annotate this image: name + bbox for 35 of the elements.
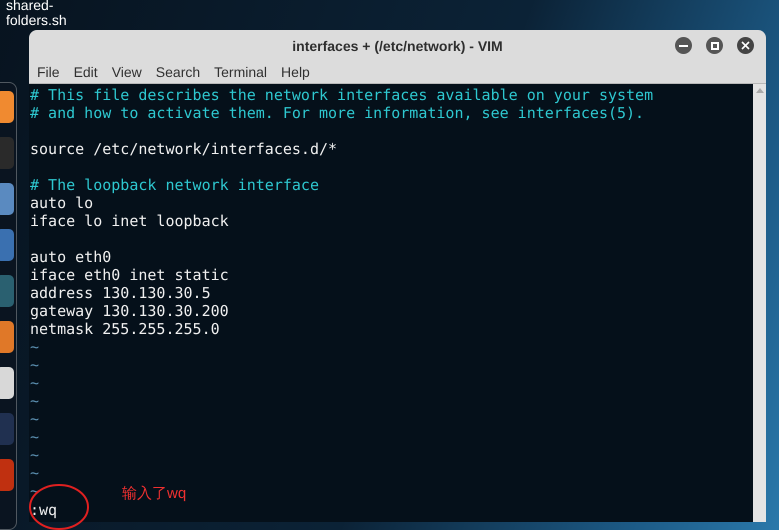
menu-item[interactable]: File	[37, 62, 60, 83]
empty-line-marker: ~	[30, 464, 40, 482]
code-comment: # and how to activate them. For more information, see interfaces(5).	[30, 104, 644, 122]
empty-line-marker: ~	[30, 446, 40, 464]
annotation-circle	[28, 481, 90, 530]
code-line: auto eth0	[30, 248, 112, 266]
empty-line-marker: ~	[30, 374, 40, 392]
code-line: auto lo	[30, 194, 94, 212]
code-comment: # The loopback network interface	[30, 176, 319, 194]
code-line: iface lo inet loopback	[30, 212, 229, 230]
code-comment: # This file describes the network interfaces available on your system	[30, 86, 654, 104]
menu-item[interactable]: View	[112, 62, 142, 83]
menu-item[interactable]: Search	[156, 62, 200, 83]
scrollbar[interactable]	[753, 84, 766, 522]
annotation-text: 输入了wq	[122, 484, 186, 504]
minimize-button[interactable]	[675, 37, 692, 54]
empty-line-marker: ~	[30, 356, 40, 374]
code-line: gateway 130.130.30.200	[30, 302, 229, 320]
code-line: netmask 255.255.255.0	[30, 320, 220, 338]
command-line: :wq	[30, 501, 58, 519]
code-line: iface eth0 inet static	[30, 266, 229, 284]
window-title: interfaces + (/etc/network) - VIM	[291, 36, 504, 56]
empty-line-marker: ~	[30, 338, 40, 356]
menu-item[interactable]: Edit	[74, 62, 98, 83]
empty-line-marker: ~	[30, 392, 40, 410]
empty-line-marker: ~	[30, 410, 40, 428]
desktop-icon-label[interactable]: shared- folders.sh	[6, 0, 67, 28]
menu-item[interactable]: Terminal	[214, 62, 268, 83]
close-icon	[741, 41, 750, 50]
code-line: address 130.130.30.5	[30, 284, 211, 302]
empty-line-marker: ~	[30, 428, 40, 446]
maximize-button[interactable]	[706, 37, 723, 54]
code-line: source /etc/network/interfaces.d/*	[30, 140, 338, 158]
close-button[interactable]	[737, 37, 754, 54]
menu-item[interactable]: Help	[281, 62, 310, 83]
